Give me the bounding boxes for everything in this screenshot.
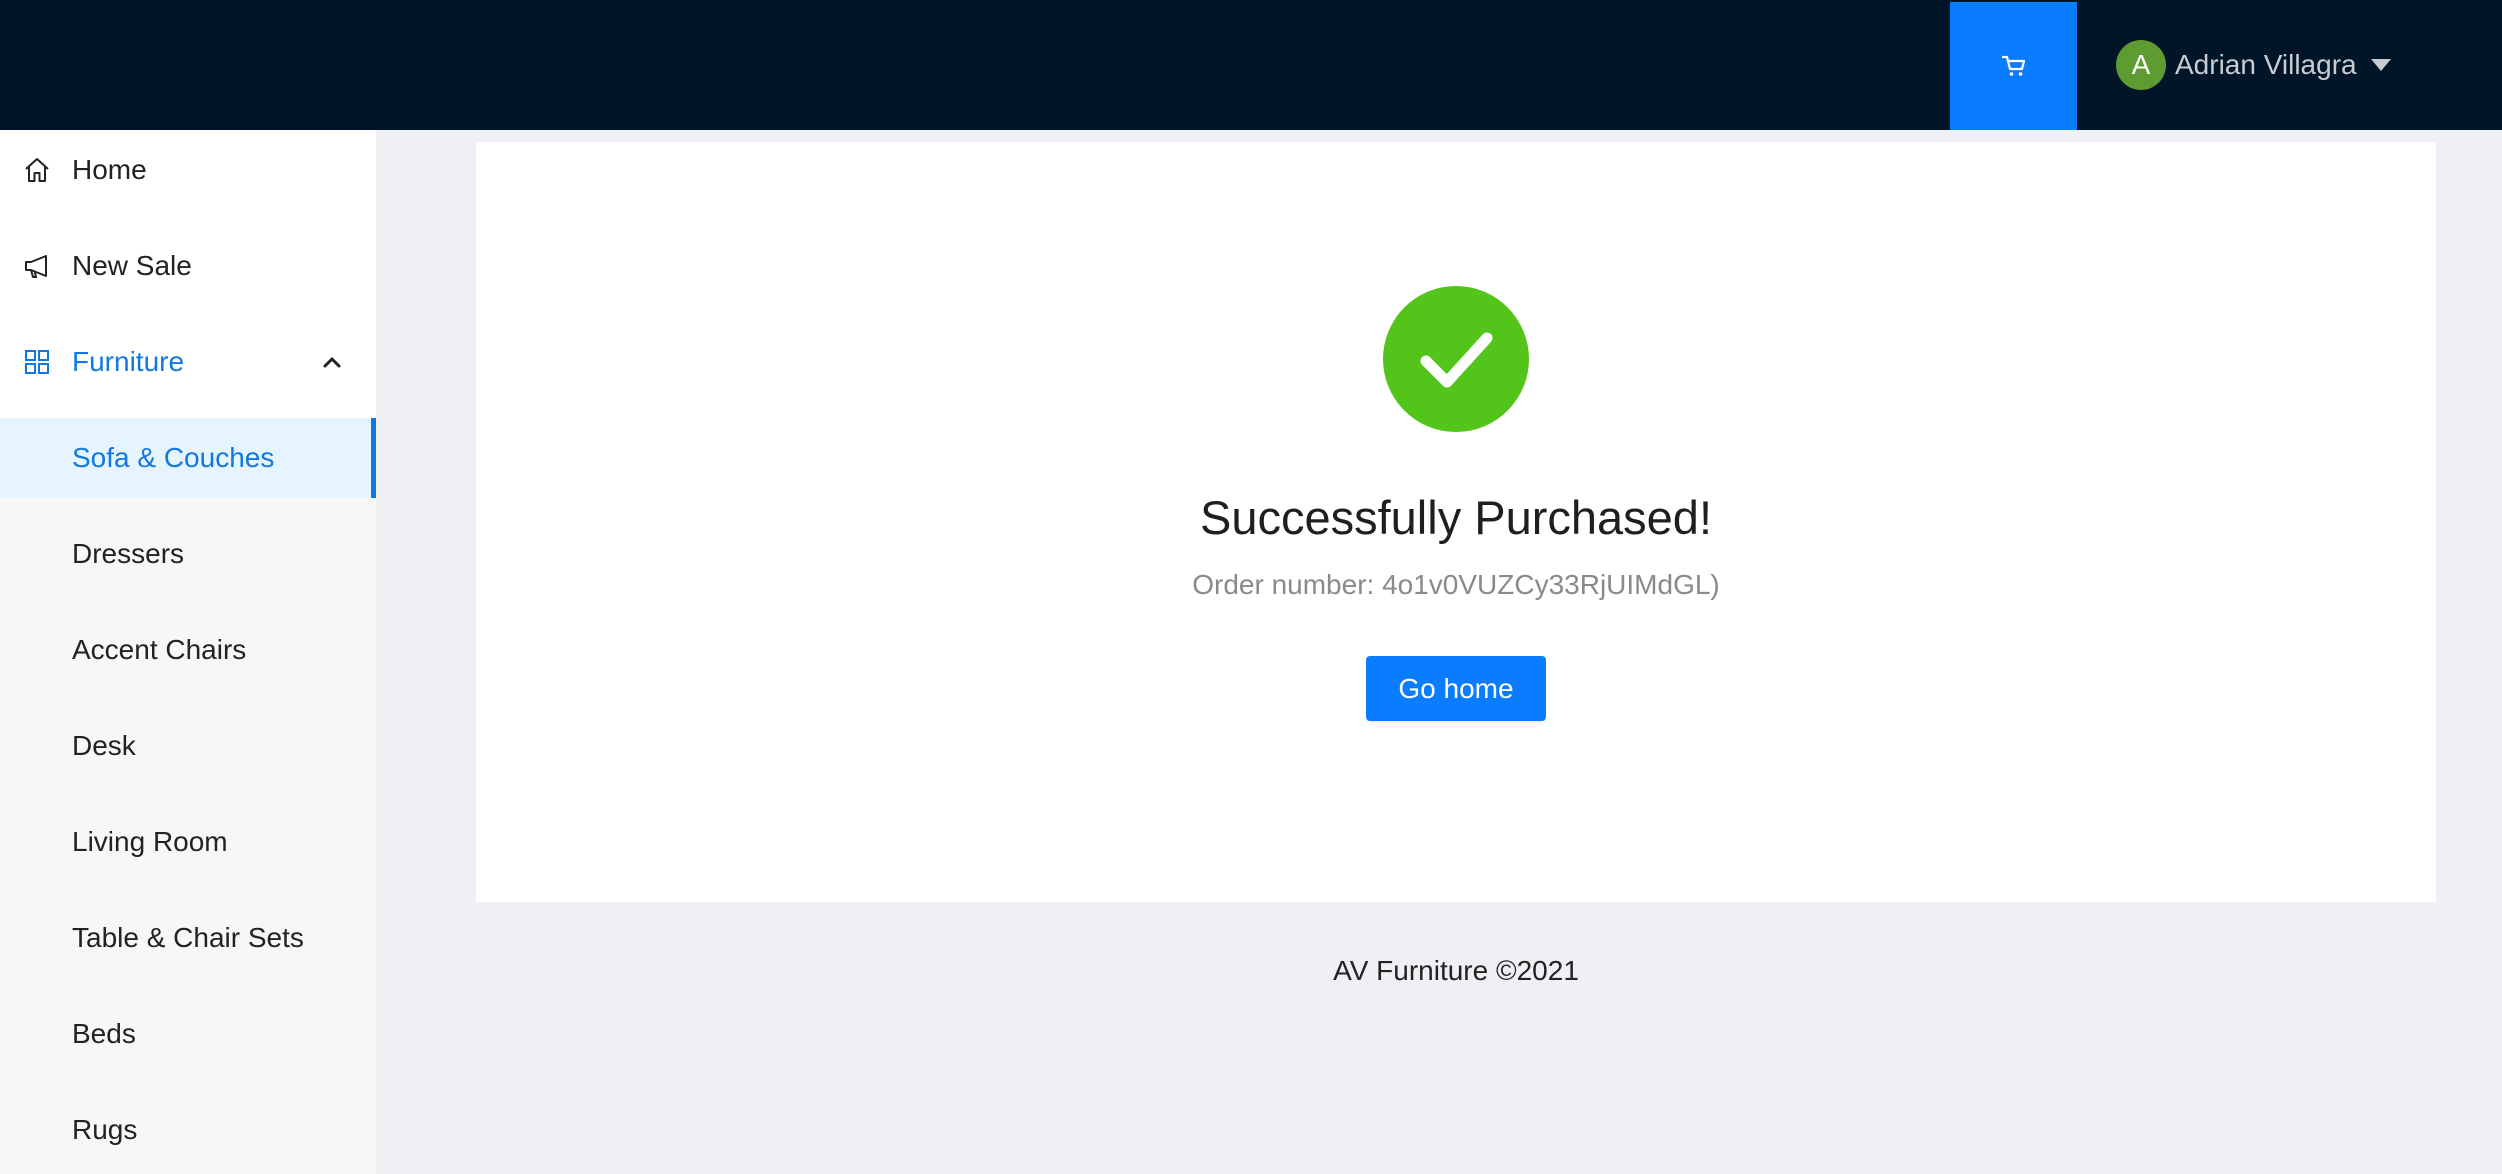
cart-button[interactable]	[1950, 2, 2077, 130]
grid-icon	[25, 350, 49, 374]
submenu-item-label: Accent Chairs	[72, 634, 247, 665]
user-name: Adrian Villagra	[2175, 49, 2357, 80]
sidebar-item-label: Furniture	[72, 346, 185, 377]
submenu-item-rugs[interactable]: Rugs	[0, 1090, 376, 1170]
submenu-item-label: Rugs	[72, 1114, 138, 1145]
submenu-item-label: Dressers	[72, 538, 185, 569]
sidebar-item-label: New Sale	[72, 250, 192, 281]
sidebar-item-furniture[interactable]: Furniture	[0, 322, 376, 402]
submenu-item-label: Sofa & Couches	[72, 442, 275, 473]
user-menu[interactable]: A Adrian Villagra	[2116, 40, 2391, 90]
result-card: Successfully Purchased! Order number: 4o…	[476, 142, 2436, 902]
result-title: Successfully Purchased!	[1199, 491, 1713, 544]
caret-down-icon	[2370, 59, 2391, 71]
megaphone-icon	[25, 255, 47, 278]
chevron-up-icon	[323, 357, 341, 368]
go-home-button[interactable]: Go home	[1366, 656, 1546, 721]
check-circle-icon	[1383, 286, 1529, 432]
footer-text: AV Furniture ©2021	[1333, 955, 1579, 986]
sidebar: Home New Sale Furniture Sofa & Couches D…	[0, 130, 376, 1174]
submenu-item-beds[interactable]: Beds	[0, 994, 376, 1074]
order-number: Order number: 4o1v0VUZCy33RjUIMdGL)	[1192, 569, 1720, 600]
submenu-item-label: Table & Chair Sets	[72, 922, 304, 953]
submenu-item-accent-chairs[interactable]: Accent Chairs	[0, 610, 376, 690]
sidebar-item-new-sale[interactable]: New Sale	[0, 226, 376, 306]
submenu-item-label: Living Room	[72, 826, 228, 857]
shopping-cart-icon	[2001, 55, 2025, 76]
top-header: A Adrian Villagra	[0, 0, 2502, 130]
submenu-item-living-room[interactable]: Living Room	[0, 802, 376, 882]
submenu-item-label: Beds	[72, 1018, 136, 1049]
submenu-item-label: Desk	[72, 730, 136, 761]
sidebar-item-label: Home	[72, 154, 147, 185]
submenu-item-sofa-couches[interactable]: Sofa & Couches	[0, 418, 376, 498]
avatar: A	[2116, 40, 2166, 90]
submenu-item-desk[interactable]: Desk	[0, 706, 376, 786]
furniture-submenu: Sofa & Couches Dressers Accent Chairs De…	[0, 418, 376, 1174]
submenu-item-dressers[interactable]: Dressers	[0, 514, 376, 594]
sidebar-item-home[interactable]: Home	[0, 130, 376, 210]
submenu-item-table-chair-sets[interactable]: Table & Chair Sets	[0, 898, 376, 978]
home-icon	[25, 158, 49, 182]
